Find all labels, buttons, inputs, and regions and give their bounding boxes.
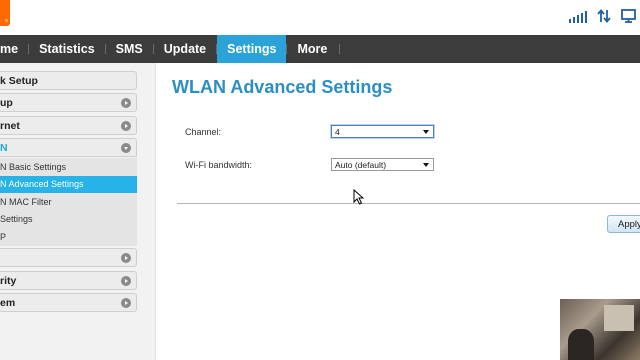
bandwidth-label: Wi-Fi bandwidth:	[185, 160, 253, 170]
channel-select[interactable]: 4	[331, 125, 434, 138]
chevron-right-icon	[121, 98, 131, 108]
sidebar-item-label: rnet	[0, 119, 20, 132]
chevron-right-icon	[121, 121, 131, 131]
nav-more[interactable]: More	[287, 35, 339, 63]
chevron-right-icon	[121, 253, 131, 263]
computer-icon[interactable]	[621, 9, 636, 23]
bandwidth-value: Auto (default)	[335, 159, 387, 170]
chevron-right-icon	[121, 298, 131, 308]
signal-strength-icon	[569, 10, 587, 23]
wlan-submenu: N Basic Settings N Advanced Settings N M…	[0, 158, 137, 246]
sidebar-item-label: N	[0, 141, 8, 154]
chevron-right-icon	[121, 276, 131, 286]
channel-value: 4	[335, 126, 340, 137]
sidebar-item-label: up	[0, 96, 13, 109]
nav-home[interactable]: me	[0, 35, 28, 63]
sidebar-item-unlabeled[interactable]	[0, 248, 137, 267]
webcam-person	[568, 329, 594, 360]
sidebar-item-wlan-p[interactable]: P	[0, 228, 137, 246]
main-nav: me Statistics SMS Update Settings More	[0, 35, 640, 63]
sidebar-item-label: em	[0, 296, 16, 309]
apply-button-label: Apply	[618, 218, 640, 230]
sidebar-item-wlan-settings[interactable]: Settings	[0, 211, 137, 229]
nav-settings[interactable]: Settings	[217, 35, 287, 63]
dropdown-arrow-icon	[423, 130, 429, 134]
nav-statistics[interactable]: Statistics	[29, 35, 105, 63]
apply-button[interactable]: Apply	[607, 215, 640, 233]
sidebar-item-label: k Setup	[0, 74, 38, 87]
data-transfer-icon	[597, 9, 611, 23]
brand-logo[interactable]: e	[0, 0, 10, 26]
sidebar-item-dialup[interactable]: up	[0, 93, 137, 112]
sidebar: k Setup up rnet N N Basic Settings N Adv…	[0, 63, 156, 360]
sidebar-item-wlan-advanced[interactable]: N Advanced Settings	[0, 175, 137, 193]
chevron-down-icon	[121, 143, 131, 153]
webcam-background	[604, 305, 634, 331]
nav-divider	[339, 44, 341, 54]
webcam-overlay	[560, 299, 640, 360]
nav-sms[interactable]: SMS	[106, 35, 153, 63]
sidebar-item-label: rity	[0, 274, 17, 287]
sidebar-item-wlan[interactable]: N	[0, 138, 137, 157]
logo-text: e	[5, 18, 8, 24]
sidebar-item-system[interactable]: em	[0, 293, 137, 312]
sidebar-item-ethernet[interactable]: rnet	[0, 116, 137, 135]
status-icons	[569, 9, 636, 23]
dropdown-arrow-icon	[423, 163, 429, 167]
sidebar-item-wlan-basic[interactable]: N Basic Settings	[0, 158, 137, 176]
page-title: WLAN Advanced Settings	[172, 77, 393, 97]
channel-label: Channel:	[185, 127, 222, 137]
mouse-cursor-icon	[353, 189, 364, 205]
nav-update[interactable]: Update	[154, 35, 216, 63]
bandwidth-select[interactable]: Auto (default)	[331, 158, 434, 171]
sidebar-item-security[interactable]: rity	[0, 271, 137, 290]
sidebar-item-wlan-mac-filter[interactable]: N MAC Filter	[0, 193, 137, 211]
sidebar-item-quick-setup[interactable]: k Setup	[0, 71, 137, 90]
section-divider	[177, 203, 640, 204]
